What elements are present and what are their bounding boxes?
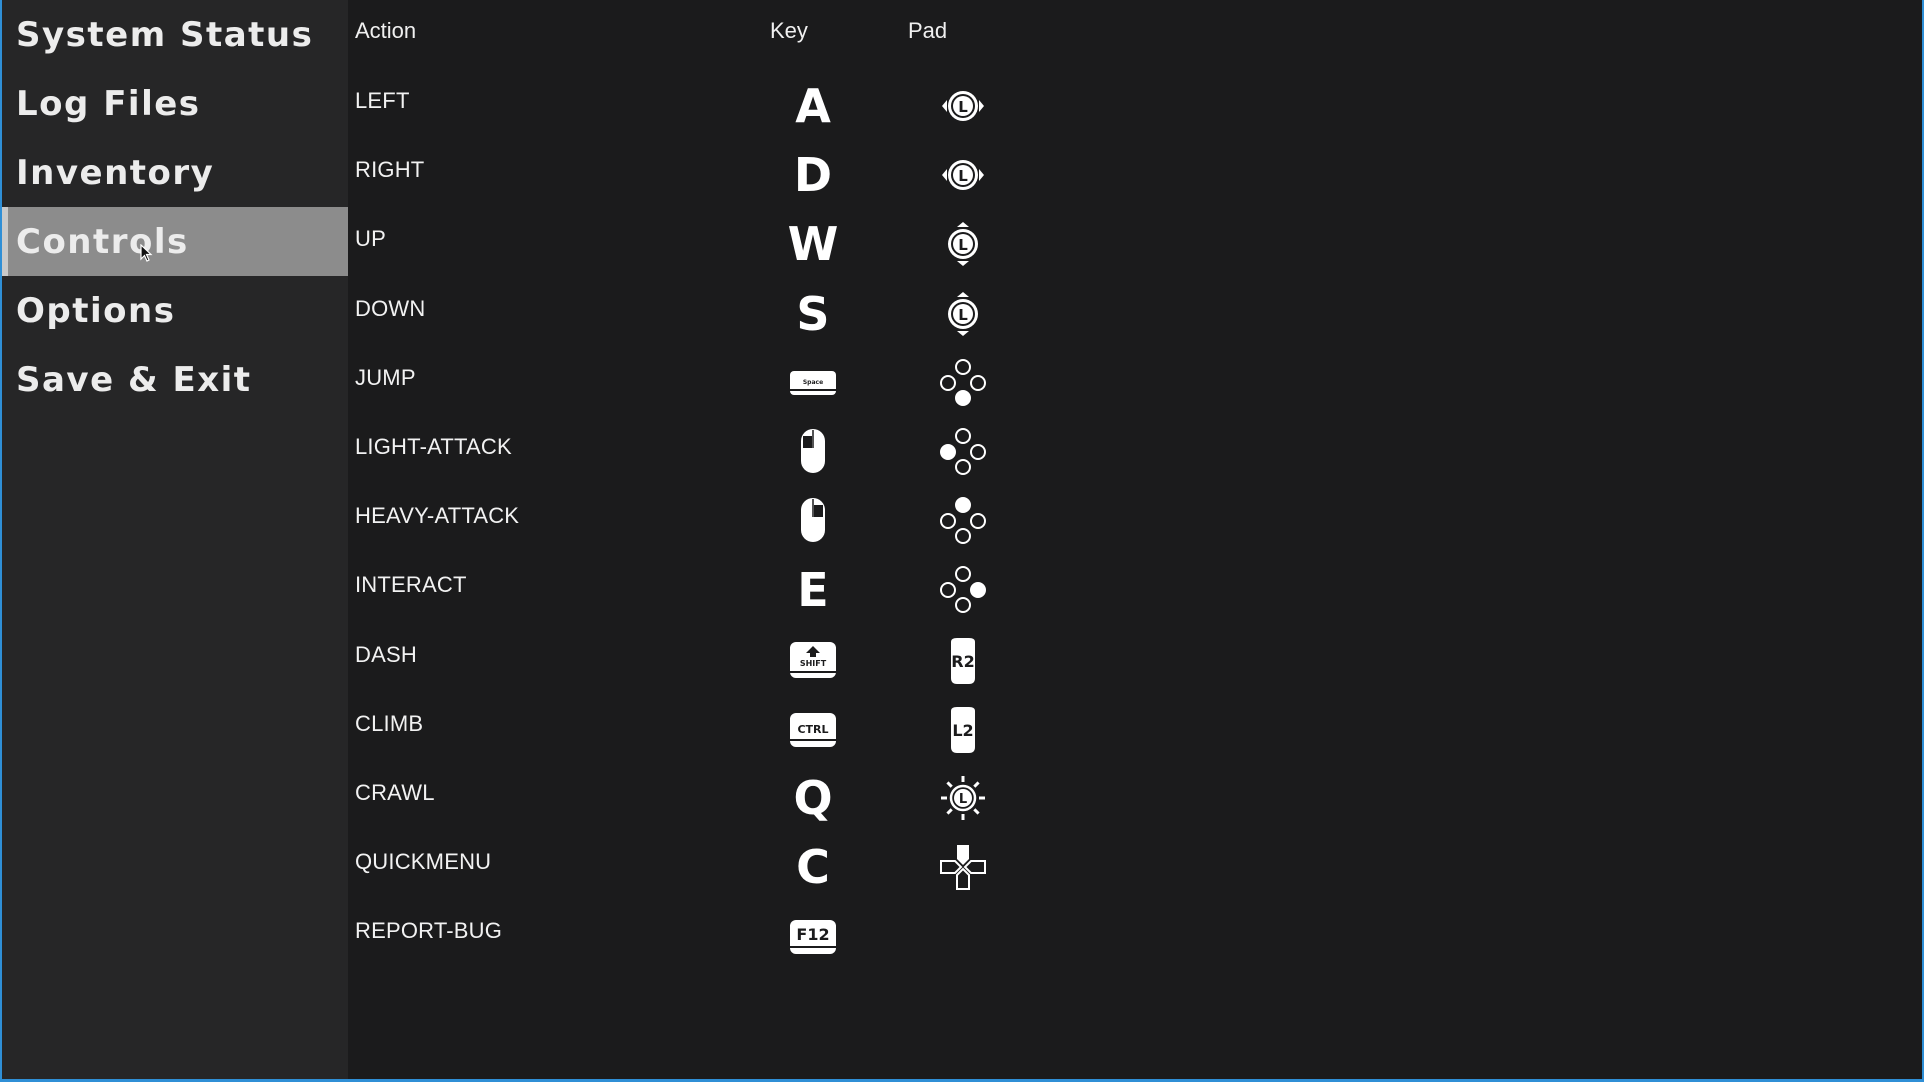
table-row[interactable]: DOWN S L <box>355 278 1055 347</box>
sidebar-item-log-files[interactable]: Log Files <box>2 69 348 138</box>
action-label: DOWN <box>355 295 426 321</box>
table-row[interactable]: CLIMB CTRL L2 <box>355 693 1055 762</box>
table-row[interactable]: HEAVY-ATTACK <box>355 485 1055 554</box>
key-binding[interactable]: W <box>785 216 841 272</box>
sidebar-item-options[interactable]: Options <box>2 276 348 345</box>
action-label: RIGHT <box>355 157 425 183</box>
left-stick-press-icon[interactable]: L <box>935 770 991 826</box>
table-row[interactable]: DASH SHIFT R2 <box>355 624 1055 693</box>
action-label: JUMP <box>355 364 416 390</box>
left-stick-horizontal-icon[interactable]: L <box>935 78 991 134</box>
dpad-icon[interactable] <box>935 839 991 895</box>
sidebar-item-system-status[interactable]: System Status <box>2 0 348 69</box>
header-key: Key <box>770 18 808 43</box>
left-stick-vertical-icon[interactable]: L <box>935 216 991 272</box>
mouse-right-click-icon[interactable] <box>785 493 841 549</box>
key-binding[interactable]: Q <box>785 770 841 826</box>
action-label: INTERACT <box>355 572 467 598</box>
r2-trigger-icon[interactable]: R2 <box>935 632 991 688</box>
svg-text:L2: L2 <box>952 721 973 740</box>
table-row[interactable]: LIGHT-ATTACK <box>355 416 1055 485</box>
header-pad: Pad <box>908 18 948 43</box>
face-button-bottom-icon[interactable] <box>935 355 991 411</box>
table-row[interactable]: RIGHT D L <box>355 139 1055 208</box>
face-button-top-icon[interactable] <box>935 493 991 549</box>
svg-text:L: L <box>958 167 968 185</box>
table-row[interactable]: REPORT-BUG F12 <box>355 900 1055 969</box>
svg-text:L: L <box>958 98 968 116</box>
shift-key-icon[interactable]: SHIFT <box>785 632 841 688</box>
sidebar: System Status Log Files Inventory Contro… <box>2 0 348 1079</box>
f12-key-icon[interactable]: F12 <box>785 908 841 964</box>
ctrl-key-icon[interactable]: CTRL <box>785 701 841 757</box>
left-stick-vertical-icon[interactable]: L <box>935 286 991 342</box>
action-label: QUICKMENU <box>355 849 492 875</box>
action-label: LIGHT-ATTACK <box>355 434 512 459</box>
table-row[interactable]: UP W L <box>355 208 1055 277</box>
svg-text:L: L <box>958 236 968 254</box>
key-binding[interactable]: E <box>785 562 841 618</box>
svg-text:L: L <box>958 306 968 324</box>
table-row[interactable]: LEFT A L <box>355 70 1055 139</box>
action-label: CLIMB <box>355 710 424 736</box>
mouse-left-click-icon[interactable] <box>785 424 841 480</box>
spacebar-icon[interactable]: Space <box>785 355 841 411</box>
svg-text:Space: Space <box>803 379 823 386</box>
table-header: Action Key Pad <box>355 18 1924 48</box>
action-label: REPORT-BUG <box>355 918 503 944</box>
sidebar-item-save-exit[interactable]: Save & Exit <box>2 345 348 414</box>
key-binding[interactable]: S <box>785 286 841 342</box>
sidebar-item-controls[interactable]: Controls <box>2 207 348 276</box>
face-button-right-icon[interactable] <box>935 562 991 618</box>
table-row[interactable]: QUICKMENU C <box>355 831 1055 900</box>
svg-text:CTRL: CTRL <box>797 723 828 736</box>
face-button-left-icon[interactable] <box>935 424 991 480</box>
action-label: DASH <box>355 641 417 667</box>
key-binding[interactable]: C <box>785 839 841 895</box>
action-label: HEAVY-ATTACK <box>355 503 520 529</box>
table-row[interactable]: INTERACT E <box>355 554 1055 623</box>
pad-binding-empty[interactable] <box>935 908 991 964</box>
left-stick-horizontal-icon[interactable]: L <box>935 147 991 203</box>
header-action: Action <box>355 18 417 43</box>
key-binding[interactable]: D <box>785 147 841 203</box>
action-label: CRAWL <box>355 780 435 805</box>
key-binding[interactable]: A <box>785 78 841 134</box>
action-label: UP <box>355 226 386 252</box>
svg-text:SHIFT: SHIFT <box>800 659 827 668</box>
svg-text:R2: R2 <box>951 652 974 671</box>
svg-text:F12: F12 <box>796 925 829 944</box>
action-label: LEFT <box>355 88 410 113</box>
svg-text:L: L <box>959 792 967 807</box>
sidebar-item-inventory[interactable]: Inventory <box>2 138 348 207</box>
table-row[interactable]: JUMP Space <box>355 347 1055 416</box>
table-row[interactable]: CRAWL Q L <box>355 762 1055 831</box>
l2-trigger-icon[interactable]: L2 <box>935 701 991 757</box>
controls-panel: Action Key Pad LEFT A L RIGHT D L UP W L DOWN S L JU… <box>355 0 1924 1082</box>
